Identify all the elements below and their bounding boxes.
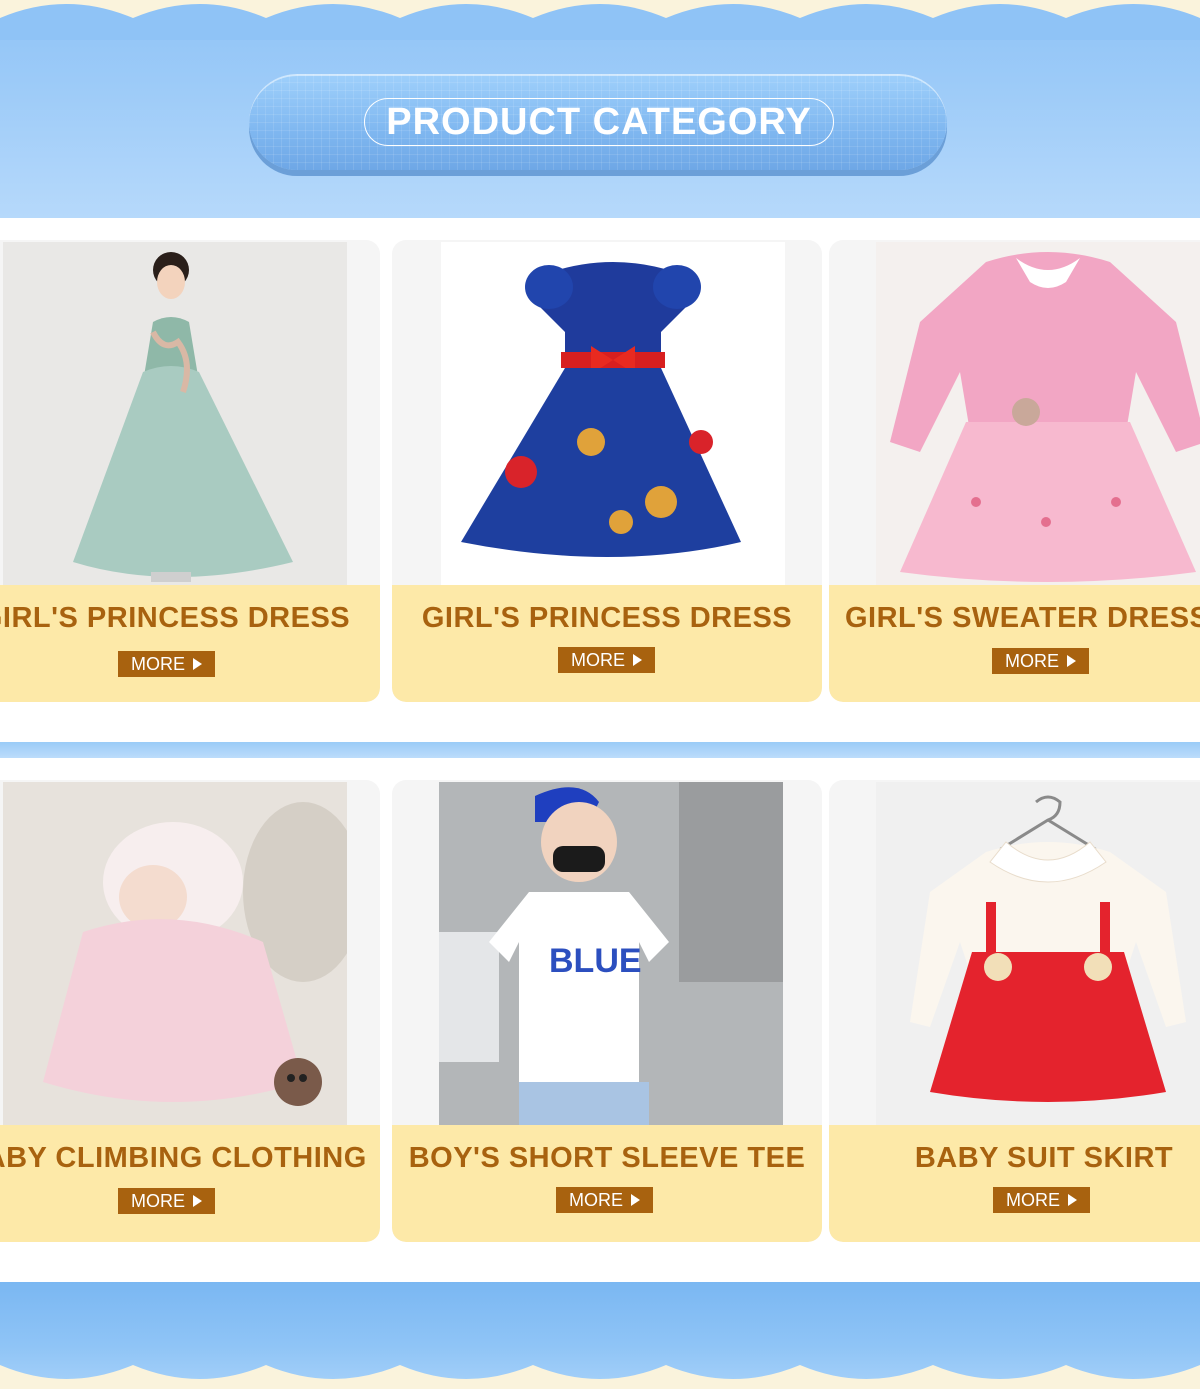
red-suit-skirt-photo bbox=[876, 782, 1200, 1126]
product-image[interactable] bbox=[441, 242, 785, 586]
product-label: BABY SUIT SKIRT bbox=[914, 1142, 1174, 1174]
section-title: PRODUCT CATEGORY bbox=[386, 100, 812, 143]
more-button[interactable]: MORE bbox=[992, 648, 1089, 674]
svg-text:BLUE: BLUE bbox=[549, 942, 642, 980]
product-card[interactable]: BABY SUIT SKIRT MORE bbox=[829, 780, 1200, 1242]
product-label: BABY CLIMBING CLOTHING bbox=[0, 1142, 367, 1174]
more-button-label: MORE bbox=[131, 653, 185, 674]
bottom-scallop-border bbox=[0, 1365, 1200, 1389]
label-area: BOY'S SHORT SLEEVE TEE MORE bbox=[392, 1125, 822, 1242]
more-button-label: MORE bbox=[131, 1190, 185, 1211]
more-button[interactable]: MORE bbox=[556, 1187, 653, 1213]
product-card[interactable]: BABY CLIMBING CLOTHING MORE bbox=[0, 780, 380, 1242]
product-label: GIRL'S SWEATER DRESS bbox=[845, 602, 1200, 634]
girl-princess-dress-photo bbox=[3, 242, 347, 586]
product-image[interactable] bbox=[876, 782, 1200, 1126]
more-button-label: MORE bbox=[1006, 1189, 1060, 1210]
play-triangle-icon bbox=[193, 658, 202, 670]
boy-tee-photo: BLUE bbox=[439, 782, 783, 1126]
top-scallop-border bbox=[0, 0, 1200, 40]
more-button-label: MORE bbox=[569, 1189, 623, 1210]
play-triangle-icon bbox=[193, 1195, 202, 1207]
more-button[interactable]: MORE bbox=[118, 651, 215, 677]
product-label: GIRL'S PRINCESS DRESS bbox=[421, 602, 793, 634]
more-button[interactable]: MORE bbox=[118, 1188, 215, 1214]
product-image[interactable]: BLUE bbox=[439, 782, 783, 1126]
more-button-label: MORE bbox=[1005, 650, 1059, 671]
product-card[interactable]: GIRL'S PRINCESS DRESS MORE bbox=[0, 240, 380, 702]
more-button[interactable]: MORE bbox=[993, 1187, 1090, 1213]
product-card[interactable]: GIRL'S SWEATER DRESS MORE bbox=[829, 240, 1200, 702]
label-area: GIRL'S PRINCESS DRESS MORE bbox=[0, 585, 380, 702]
row-separator bbox=[0, 742, 1200, 758]
label-area: GIRL'S PRINCESS DRESS MORE bbox=[392, 585, 822, 702]
play-triangle-icon bbox=[1068, 1194, 1077, 1206]
product-label: GIRL'S PRINCESS DRESS bbox=[0, 602, 351, 634]
blue-bear-print-dress-photo bbox=[441, 242, 785, 586]
product-image[interactable] bbox=[3, 782, 347, 1126]
play-triangle-icon bbox=[1067, 655, 1076, 667]
category-title-frame: PRODUCT CATEGORY bbox=[364, 98, 834, 146]
label-area: BABY CLIMBING CLOTHING MORE bbox=[0, 1125, 380, 1242]
pink-sweater-dress-photo bbox=[876, 242, 1200, 586]
more-button-label: MORE bbox=[571, 649, 625, 670]
product-image[interactable] bbox=[876, 242, 1200, 586]
product-card[interactable]: BLUE BOY'S SHORT SLEEVE TEE MORE bbox=[392, 780, 822, 1242]
play-triangle-icon bbox=[631, 1194, 640, 1206]
label-area: GIRL'S SWEATER DRESS MORE bbox=[829, 585, 1200, 702]
play-triangle-icon bbox=[633, 654, 642, 666]
product-card[interactable]: GIRL'S PRINCESS DRESS MORE bbox=[392, 240, 822, 702]
baby-romper-photo bbox=[3, 782, 347, 1126]
more-button[interactable]: MORE bbox=[558, 647, 655, 673]
product-image[interactable] bbox=[3, 242, 347, 586]
product-label: BOY'S SHORT SLEEVE TEE bbox=[408, 1142, 806, 1174]
label-area: BABY SUIT SKIRT MORE bbox=[829, 1125, 1200, 1242]
